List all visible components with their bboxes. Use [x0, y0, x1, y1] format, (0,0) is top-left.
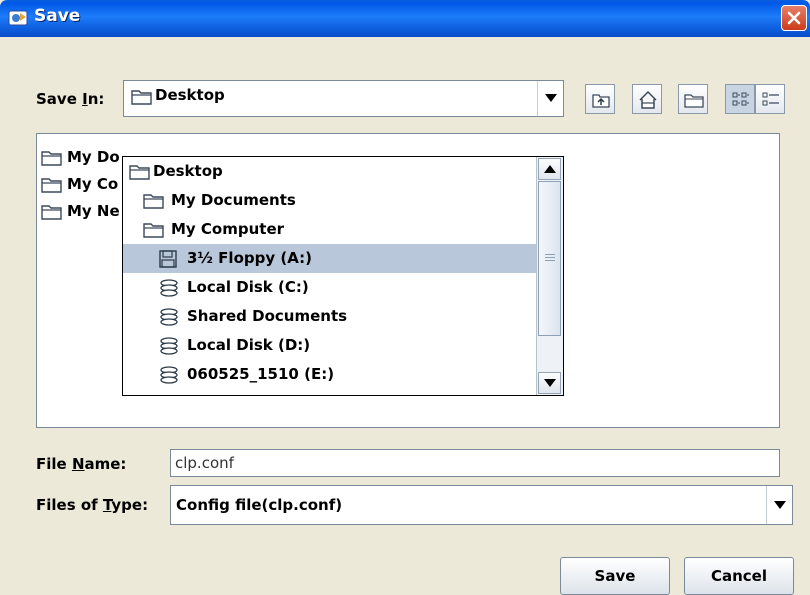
details-view-icon — [762, 92, 779, 106]
home-icon — [639, 90, 657, 109]
save-in-label: Save In: — [36, 90, 105, 108]
dropdown-item-label: Shared Documents — [187, 307, 348, 325]
list-view-button[interactable] — [725, 84, 755, 114]
folder-icon — [129, 165, 150, 180]
scrollbar-thumb[interactable] — [538, 181, 561, 336]
save-in-value: Desktop — [155, 86, 225, 104]
chevron-down-icon — [544, 379, 556, 387]
dropdown-item-label: My Computer — [171, 220, 285, 238]
dropdown-item-label: Local Disk (C:) — [187, 278, 309, 296]
file-name-label: File Name: — [36, 455, 127, 473]
dropdown-item-label: 3½ Floppy (A:) — [187, 249, 312, 267]
dropdown-item-local-disk-d[interactable]: Local Disk (D:) — [123, 331, 537, 360]
list-item-label: My Do — [67, 148, 120, 166]
save-dialog: Save In: Desktop My Do My Co My Ne Deskt… — [0, 37, 810, 595]
dropdown-item-floppy[interactable]: 3½ Floppy (A:) — [123, 244, 537, 273]
list-item-label: My Co — [67, 175, 119, 193]
scroll-up-button[interactable] — [538, 158, 561, 180]
file-name-input[interactable] — [170, 449, 780, 477]
dropdown-item-label: Desktop — [153, 162, 223, 180]
save-in-dropdown-list[interactable]: Desktop My Documents My Computer 3½ Flop… — [122, 156, 564, 396]
details-view-button[interactable] — [755, 84, 785, 114]
dropdown-item-my-documents[interactable]: My Documents — [123, 186, 537, 215]
folder-icon — [143, 223, 164, 238]
list-item-label: My Ne — [67, 202, 120, 220]
window-title: Save — [34, 6, 81, 26]
drive-icon — [160, 308, 178, 326]
dropdown-item-my-computer[interactable]: My Computer — [123, 215, 537, 244]
title-bar: Save — [0, 0, 810, 37]
drive-icon — [160, 279, 178, 297]
floppy-icon — [159, 250, 177, 268]
dropdown-item-drive-e[interactable]: 060525_1510 (E:) — [123, 360, 537, 389]
close-button[interactable] — [781, 5, 807, 31]
folder-icon — [41, 178, 62, 193]
grip-line — [545, 254, 555, 255]
up-one-level-button[interactable] — [585, 84, 615, 114]
dropdown-item-desktop[interactable]: Desktop — [123, 157, 537, 186]
new-folder-icon — [684, 94, 704, 108]
save-in-combo[interactable]: Desktop — [123, 80, 564, 117]
dropdown-item-label: 060525_1510 (E:) — [187, 365, 335, 383]
new-folder-button[interactable] — [678, 84, 708, 114]
list-view-icon — [732, 92, 749, 106]
chevron-down-icon — [774, 501, 786, 509]
up-folder-icon — [592, 94, 610, 108]
grip-line — [545, 257, 555, 258]
file-type-dropdown-button[interactable] — [766, 486, 792, 524]
file-type-combo[interactable]: Config file(clp.conf) — [170, 485, 793, 525]
file-type-value: Config file(clp.conf) — [176, 496, 343, 514]
dropdown-item-label: My Documents — [171, 191, 296, 209]
grip-line — [545, 260, 555, 261]
dropdown-item-label: Local Disk (D:) — [187, 336, 311, 354]
dropdown-scrollbar[interactable] — [536, 157, 563, 395]
save-button[interactable]: Save — [560, 557, 670, 595]
chevron-up-icon — [544, 165, 556, 173]
folder-icon — [143, 194, 164, 209]
chevron-down-icon — [545, 94, 557, 102]
file-type-label: Files of Type: — [36, 496, 149, 514]
home-button[interactable] — [632, 84, 662, 114]
drive-icon — [160, 366, 178, 384]
cancel-button[interactable]: Cancel — [684, 557, 794, 595]
dropdown-item-local-disk-c[interactable]: Local Disk (C:) — [123, 273, 537, 302]
dropdown-item-shared-documents[interactable]: Shared Documents — [123, 302, 537, 331]
close-icon — [787, 11, 801, 25]
folder-icon — [41, 151, 62, 166]
folder-icon — [41, 205, 62, 220]
drive-icon — [160, 337, 178, 355]
save-in-dropdown-button[interactable] — [537, 81, 563, 116]
java-app-icon — [8, 10, 28, 26]
scroll-down-button[interactable] — [538, 372, 561, 394]
folder-icon — [131, 90, 152, 105]
